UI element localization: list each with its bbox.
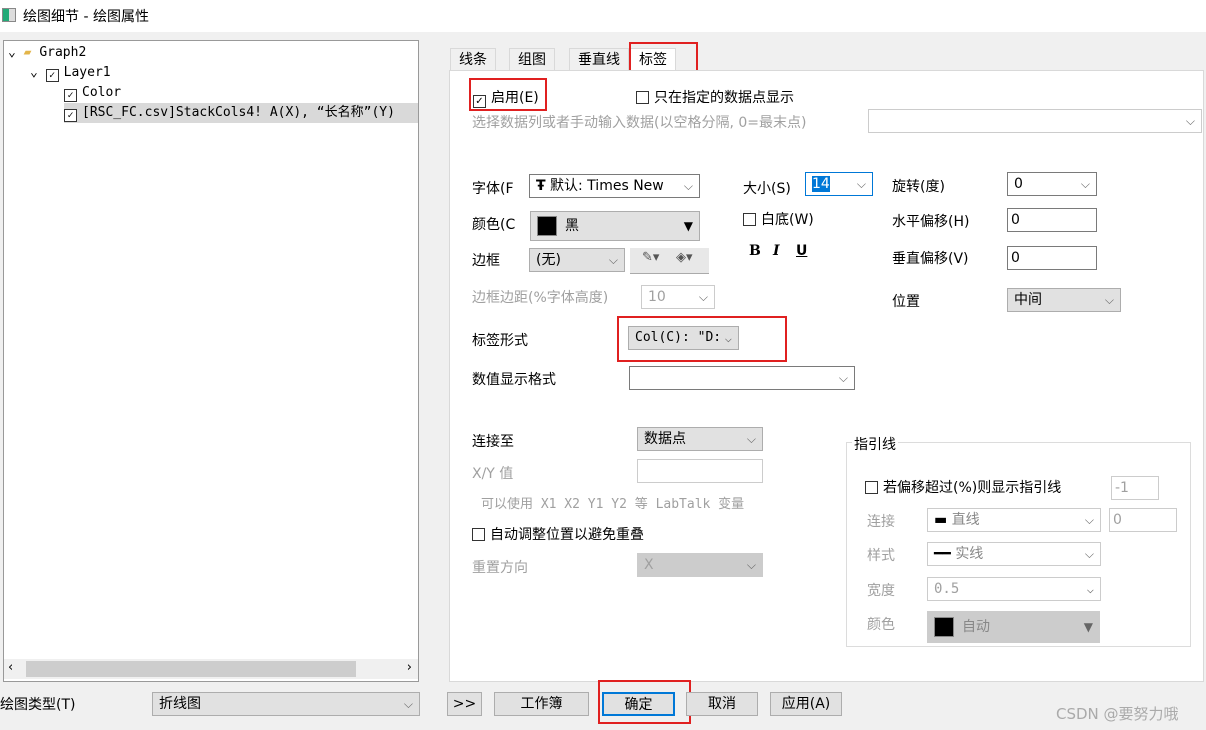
- checkbox-icon[interactable]: ✓: [64, 109, 77, 122]
- labtalk-hint: 可以使用 X1 X2 Y1 Y2 等 LabTalk 变量: [481, 497, 745, 512]
- border-margin-label: 边框边距(%字体高度): [472, 290, 609, 306]
- scroll-right-icon[interactable]: ›: [407, 660, 412, 675]
- plot-type-select[interactable]: 折线图 ⌵: [152, 692, 420, 716]
- font-icon: Ŧ: [536, 178, 546, 194]
- leader-color-select[interactable]: 自动 ▼: [927, 611, 1100, 643]
- color-swatch: [934, 617, 954, 637]
- leader-threshold-input[interactable]: -1: [1111, 476, 1159, 500]
- leader-show-checkbox[interactable]: 若偏移超过(%)则显示指引线: [865, 477, 1061, 497]
- window-title: 绘图细节 - 绘图属性: [23, 9, 149, 25]
- fill-color-icon[interactable]: ◈▾: [676, 250, 693, 265]
- rotation-select[interactable]: 0 ⌵: [1007, 172, 1097, 196]
- plot-tree[interactable]: ⌄ ▰ Graph2 ⌄ ✓ Layer1 ✓ Color ✓ [RSC_FC.csv…: [3, 40, 419, 682]
- plot-type-label: 绘图类型(T): [0, 697, 76, 713]
- color-label: 颜色(C: [472, 217, 516, 233]
- tree-item-graph[interactable]: ⌄ ▰ Graph2: [8, 43, 86, 63]
- folder-icon: ▰: [23, 45, 32, 60]
- leader-connect-label: 连接: [867, 514, 895, 530]
- leader-color-label: 颜色: [867, 617, 895, 633]
- reset-dir-select[interactable]: X ⌵: [637, 553, 763, 577]
- horizontal-scrollbar[interactable]: ‹ ›: [4, 659, 418, 679]
- connect-to-select[interactable]: 数据点 ⌵: [637, 427, 763, 451]
- scroll-left-icon[interactable]: ‹: [8, 660, 13, 675]
- watermark: CSDN @要努力哦: [1056, 705, 1179, 723]
- v-offset-label: 垂直偏移(V): [892, 251, 969, 267]
- cancel-button[interactable]: 取消: [686, 692, 758, 716]
- checkbox-icon[interactable]: ✓: [45, 69, 59, 82]
- tab-group[interactable]: 组图: [509, 48, 555, 72]
- tree-item-color[interactable]: ✓ Color: [64, 83, 121, 103]
- position-select[interactable]: 中间 ⌵: [1007, 288, 1121, 312]
- size-select[interactable]: 14 ⌵: [805, 172, 873, 196]
- font-select[interactable]: Ŧ 默认: Times New ⌵: [529, 174, 700, 198]
- apply-button[interactable]: 应用(A): [770, 692, 842, 716]
- border-select[interactable]: (无) ⌵: [529, 248, 625, 272]
- scroll-thumb[interactable]: [26, 661, 356, 677]
- v-offset-input[interactable]: 0: [1007, 246, 1097, 270]
- tab-drop-line[interactable]: 垂直线: [569, 48, 629, 72]
- color-swatch: [537, 216, 557, 236]
- leader-width-select[interactable]: 0.5 ⌵: [927, 577, 1101, 601]
- auto-adjust-checkbox[interactable]: 自动调整位置以避免重叠: [472, 524, 644, 544]
- highlight-box: [469, 78, 547, 111]
- rotation-label: 旋转(度): [892, 179, 945, 195]
- connect-to-label: 连接至: [472, 434, 514, 450]
- select-hint: 选择数据列或者手动输入数据(以空格分隔, 0=最末点): [472, 115, 807, 131]
- border-color-buttons[interactable]: ✎▾ ◈▾: [630, 248, 709, 274]
- font-label: 字体(F: [472, 181, 514, 197]
- tree-item-layer[interactable]: ⌄ ✓ Layer1: [30, 63, 111, 83]
- num-format-label: 数值显示格式: [472, 372, 556, 388]
- size-label: 大小(S): [743, 181, 791, 197]
- underline-button[interactable]: U: [796, 243, 807, 259]
- checkbox-icon[interactable]: ✓: [64, 89, 77, 102]
- num-format-select[interactable]: ⌵: [629, 366, 855, 390]
- h-offset-label: 水平偏移(H): [892, 214, 970, 230]
- highlight-box: [598, 680, 691, 724]
- tree-item-dataset[interactable]: ✓ [RSC_FC.csv]StackCols4! A(X), “长名称”(Y): [64, 103, 418, 123]
- h-offset-input[interactable]: 0: [1007, 208, 1097, 232]
- leader-width-label: 宽度: [867, 583, 895, 599]
- xy-value-label: X/Y 值: [472, 466, 514, 482]
- pen-color-icon[interactable]: ✎▾: [642, 250, 659, 265]
- xy-value-input[interactable]: [637, 459, 763, 483]
- more-button[interactable]: >>: [447, 692, 482, 716]
- highlight-box: [617, 316, 787, 362]
- title-bar: 绘图细节 - 绘图属性: [0, 0, 1206, 32]
- border-label: 边框: [472, 253, 500, 269]
- label-form-label: 标签形式: [472, 333, 528, 349]
- workbook-button[interactable]: 工作簿: [494, 692, 589, 716]
- leader-style-select[interactable]: ━━ 实线 ⌵: [927, 542, 1101, 566]
- position-label: 位置: [892, 294, 920, 310]
- leader-group-title: 指引线: [852, 434, 898, 454]
- data-points-select[interactable]: ⌵: [868, 109, 1202, 133]
- bold-button[interactable]: B: [749, 243, 761, 259]
- border-margin-select[interactable]: 10 ⌵: [641, 285, 715, 309]
- reset-dir-label: 重置方向: [472, 560, 528, 576]
- white-bg-checkbox[interactable]: 白底(W): [743, 209, 814, 229]
- tab-line[interactable]: 线条: [450, 48, 496, 72]
- color-select[interactable]: 黑 ▼: [530, 211, 700, 241]
- leader-style-label: 样式: [867, 548, 895, 564]
- italic-button[interactable]: I: [773, 243, 780, 259]
- leader-connect-input[interactable]: 0: [1109, 508, 1177, 532]
- leader-connect-select[interactable]: ▬ 直线 ⌵: [927, 508, 1101, 532]
- app-icon: [2, 8, 16, 22]
- only-specified-checkbox[interactable]: 只在指定的数据点显示: [636, 87, 794, 107]
